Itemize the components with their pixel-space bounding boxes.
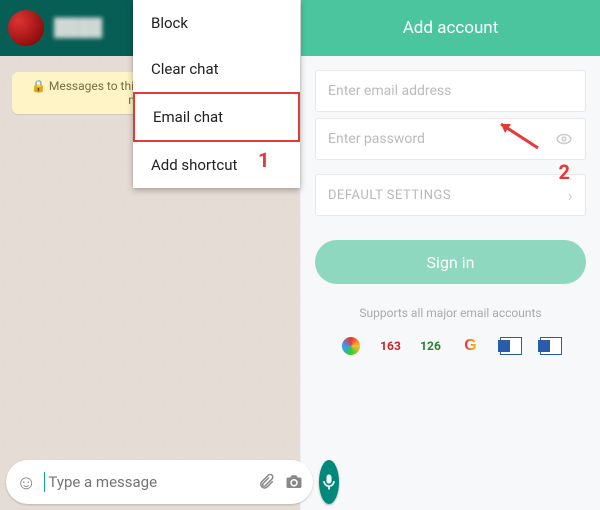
email-add-account-screenshot: Add account Enter email address Enter pa… [300,0,600,510]
add-account-header: Add account [301,0,600,56]
show-password-icon[interactable] [555,130,573,148]
annotation-marker-2: 2 [559,160,570,184]
camera-icon[interactable] [285,473,303,491]
provider-exchange-icon[interactable] [538,336,564,356]
message-input-container[interactable]: ☺ [6,460,313,504]
emoji-icon[interactable]: ☺ [16,470,36,495]
email-placeholder: Enter email address [328,83,451,99]
attach-icon[interactable] [257,473,275,491]
provider-icons: 163 126 G [315,336,586,356]
menu-item-clear-chat[interactable]: Clear chat [133,46,300,92]
page-title: Add account [403,18,499,38]
password-placeholder: Enter password [328,131,425,147]
form-body: Enter email address Enter password DEFAU… [301,56,600,370]
email-field[interactable]: Enter email address [315,70,586,112]
input-bar: ☺ [0,454,300,510]
chevron-right-icon: › [568,186,573,205]
overflow-menu: Block Clear chat Email chat Add shortcut [133,0,300,188]
menu-item-email-chat[interactable]: Email chat [133,92,300,142]
default-settings-label: DEFAULT SETTINGS [328,188,451,203]
provider-126-icon[interactable]: 126 [418,336,444,356]
default-settings-row[interactable]: DEFAULT SETTINGS › [315,174,586,216]
provider-163-icon[interactable]: 163 [378,336,404,356]
message-input[interactable] [48,473,247,491]
sign-in-button[interactable]: Sign in [315,240,586,284]
supports-label: Supports all major email accounts [315,306,586,320]
avatar[interactable] [8,10,44,46]
provider-outlook-icon[interactable] [498,336,524,356]
annotation-arrow [493,118,543,152]
provider-qq-icon[interactable] [338,336,364,356]
password-field[interactable]: Enter password [315,118,586,160]
text-cursor [44,472,45,492]
menu-item-block[interactable]: Block [133,0,300,46]
whatsapp-screenshot: ████ ⋮ Block Clear chat Email chat Add s… [0,0,300,510]
provider-google-icon[interactable]: G [458,336,484,356]
annotation-marker-1: 1 [258,148,269,172]
menu-item-add-shortcut[interactable]: Add shortcut [133,142,300,188]
